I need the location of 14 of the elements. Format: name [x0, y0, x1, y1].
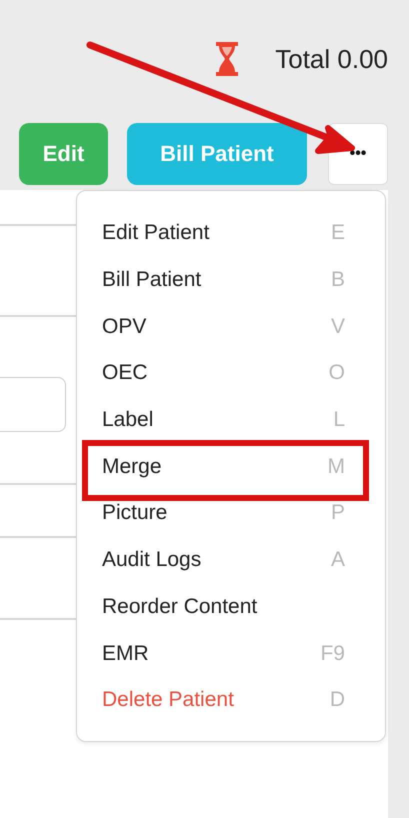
menu-item[interactable]: Edit Patient E: [77, 210, 385, 257]
menu-item[interactable]: Delete Patient D: [77, 676, 385, 724]
menu-item[interactable]: OPV V: [77, 303, 385, 350]
menu-item[interactable]: Reorder Content: [77, 584, 385, 630]
menu-item[interactable]: EMR F9: [77, 630, 385, 677]
menu-item[interactable]: Picture P: [77, 490, 385, 537]
input-field[interactable]: [0, 377, 66, 432]
menu-item[interactable]: Merge M: [77, 443, 385, 490]
total-amount: Total 0.00: [275, 44, 388, 74]
hourglass-icon: [215, 41, 240, 77]
menu-item[interactable]: Label L: [77, 396, 385, 444]
menu-item[interactable]: Audit Logs A: [77, 536, 385, 584]
menu-item[interactable]: Bill Patient B: [77, 256, 385, 304]
menu-item[interactable]: OEC O: [77, 350, 385, 397]
